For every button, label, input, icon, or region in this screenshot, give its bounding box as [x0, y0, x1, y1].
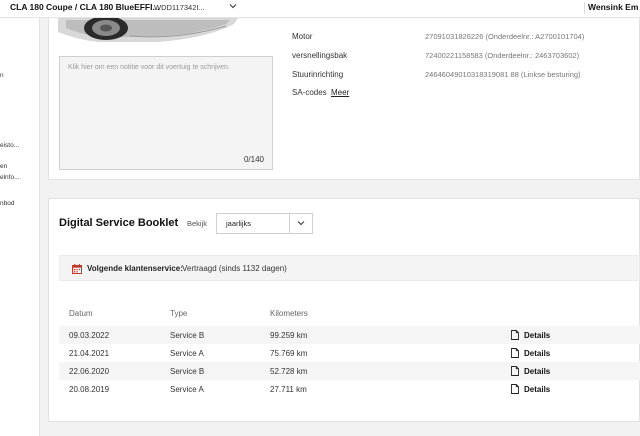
spec-label-steering: Stuurinrichting [292, 70, 344, 79]
service-type: Service A [170, 349, 204, 358]
details-label: Details [524, 331, 551, 340]
sidebar: n eisto... en elnfo... nbod [0, 18, 40, 436]
service-date: 22.06.2020 [69, 367, 110, 376]
sidebar-item[interactable]: eisto... [0, 142, 19, 149]
table-row: 21.04.2021 Service A 75.769 km Details [59, 344, 640, 362]
spec-value-steering: 24646049010318319081 88 (Linkse besturin… [425, 70, 581, 79]
divider [289, 214, 290, 233]
next-service-value: Vertraagd (sinds 1132 dagen) [182, 264, 287, 273]
table-row: 09.03.2022 Service B 99.259 km Details [59, 326, 640, 344]
top-bar: CLA 180 Coupe / CLA 180 BlueEFFI... WDD1… [0, 0, 640, 18]
spec-label-sa-codes: SA-codes [292, 88, 327, 97]
note-placeholder: Klik hier om een notitie voor dit voertu… [68, 64, 230, 71]
column-header-km: Kilometers [270, 309, 308, 318]
details-label: Details [524, 367, 551, 376]
sidebar-item[interactable]: n [0, 72, 4, 79]
document-icon [511, 348, 519, 358]
character-counter: 0/140 [243, 155, 264, 164]
document-icon [511, 384, 519, 394]
service-type: Service B [170, 367, 205, 376]
spec-label-motor: Motor [292, 32, 313, 41]
sidebar-item[interactable]: nbod [0, 200, 14, 207]
view-label: Bekijk [187, 219, 208, 228]
view-select-value: jaarlijks [226, 219, 252, 228]
column-header-type: Type [170, 309, 188, 318]
service-km: 52.728 km [270, 367, 308, 376]
view-select[interactable]: jaarlijks [216, 213, 313, 234]
service-km: 99.259 km [270, 331, 308, 340]
table-row: 22.06.2020 Service B 52.728 km Details [59, 362, 640, 380]
chevron-down-icon[interactable] [228, 1, 238, 11]
next-service-label: Volgende klantenservice: [87, 264, 183, 273]
sidebar-item[interactable]: elnfo... [0, 174, 20, 181]
service-date: 09.03.2022 [69, 331, 110, 340]
service-date: 21.04.2021 [69, 349, 110, 358]
vin-label[interactable]: WDD117342I... [154, 3, 205, 12]
next-service-notice: Volgende klantenservice: Vertraagd (sind… [59, 255, 640, 281]
column-header-date: Datum [69, 309, 93, 318]
table-row: 20.08.2019 Service A 27.711 km Details [59, 380, 640, 398]
document-icon [511, 330, 519, 340]
section-title: Digital Service Booklet [59, 217, 179, 229]
chevron-down-icon [297, 221, 305, 226]
vehicle-image [58, 18, 238, 42]
vehicle-title[interactable]: CLA 180 Coupe / CLA 180 BlueEFFI... [10, 2, 160, 12]
calendar-alert-icon [72, 264, 82, 274]
service-km: 27.711 km [270, 385, 307, 394]
details-label: Details [524, 349, 551, 358]
sidebar-item[interactable]: en [0, 163, 7, 170]
spec-value-motor: 27091031826226 (Onderdeelnr.: A270010170… [425, 32, 585, 41]
user-name[interactable]: Wensink Em [588, 2, 640, 12]
note-textarea[interactable]: Klik hier om een notitie voor dit voertu… [59, 56, 273, 170]
service-date: 20.08.2019 [69, 385, 110, 394]
service-km: 75.769 km [270, 349, 308, 358]
divider [584, 2, 585, 14]
sa-codes-more-link[interactable]: Meer [331, 88, 349, 97]
spec-value-gearbox: 72400221158583 (Onderdeelnr.: 2463703602… [425, 51, 580, 60]
details-label: Details [524, 385, 551, 394]
service-type: Service A [170, 385, 204, 394]
service-type: Service B [170, 331, 205, 340]
document-icon [511, 366, 519, 376]
spec-label-gearbox: versnellingsbak [292, 51, 348, 60]
